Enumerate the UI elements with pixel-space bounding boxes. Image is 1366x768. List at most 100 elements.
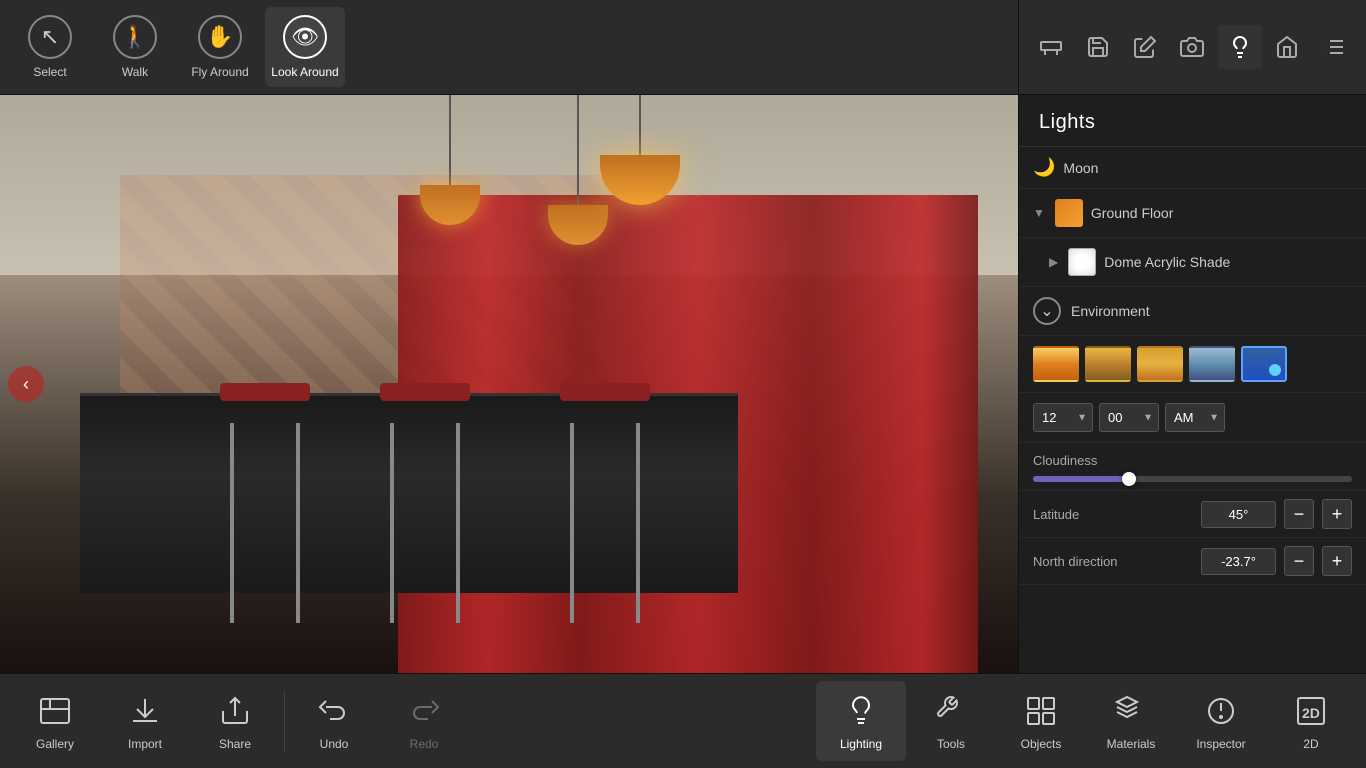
cloudiness-label: Cloudiness [1033,453,1352,468]
share-btn[interactable]: Share [190,681,280,761]
north-direction-plus-btn[interactable]: + [1322,546,1352,576]
panel-furniture-btn[interactable] [1029,25,1073,69]
materials-btn[interactable]: Materials [1086,681,1176,761]
select-tool[interactable]: ↖ Select [10,7,90,87]
environment-presets [1019,336,1366,393]
fly-around-tool[interactable]: ✋ Fly Around [180,7,260,87]
twod-label: 2D [1303,737,1318,751]
env-preset-1[interactable] [1033,346,1079,382]
pendant-light-2 [548,95,608,245]
gallery-btn[interactable]: Gallery [10,681,100,761]
walk-tool[interactable]: 🚶 Walk [95,7,175,87]
pendant-light-1 [420,95,480,225]
panel-paint-btn[interactable] [1123,25,1167,69]
moon-icon: 🌙 [1033,157,1055,178]
objects-icon [1021,691,1061,731]
dome-thumb [1068,248,1096,276]
time-controls: 12123 4567 891011 00153045 AMPM [1019,393,1366,443]
nav-left-arrow[interactable]: ‹ [8,366,44,402]
north-direction-input[interactable] [1201,548,1276,575]
curtain-right [698,195,978,673]
period-select-wrapper: AMPM [1165,403,1225,432]
hour-select[interactable]: 12123 4567 891011 [1033,403,1093,432]
look-around-label: Look Around [271,65,338,79]
latitude-minus-btn[interactable]: − [1284,499,1314,529]
redo-label: Redo [410,737,439,751]
latitude-input[interactable] [1201,501,1276,528]
latitude-plus-btn[interactable]: + [1322,499,1352,529]
environment-header[interactable]: ⌄ Environment [1019,287,1366,336]
lighting-label: Lighting [840,737,882,751]
panel-save-btn[interactable] [1076,25,1120,69]
undo-icon [314,691,354,731]
latitude-label: Latitude [1033,507,1193,522]
stool-1 [220,383,310,623]
panel-list-btn[interactable] [1312,25,1356,69]
cloudiness-fill [1033,476,1129,482]
walk-icon: 🚶 [113,15,157,59]
materials-icon [1111,691,1151,731]
look-around-icon: 👁 [283,15,327,59]
lighting-icon [841,691,881,731]
cloudiness-slider[interactable] [1033,476,1352,482]
ground-floor-thumb [1055,199,1083,227]
environment-chevron-icon: ⌄ [1033,297,1061,325]
ground-floor-label: Ground Floor [1091,205,1173,221]
north-direction-minus-btn[interactable]: − [1284,546,1314,576]
materials-label: Materials [1107,737,1156,751]
light-item-dome-acrylic[interactable]: ▶ Dome Acrylic Shade [1019,238,1366,287]
select-icon: ↖ [28,15,72,59]
env-preset-4[interactable] [1189,346,1235,382]
lights-panel: Lights 🌙 Moon ▼ Ground Floor ▶ Dome Acry… [1019,95,1366,673]
viewport: ‹ [0,95,1018,673]
inspector-icon [1201,691,1241,731]
panel-light-btn[interactable] [1218,25,1262,69]
light-item-moon[interactable]: 🌙 Moon [1019,147,1366,189]
objects-btn[interactable]: Objects [996,681,1086,761]
separator-1 [284,691,285,751]
share-icon [215,691,255,731]
top-toolbar: ↖ Select 🚶 Walk ✋ Fly Around 👁 Look Arou… [0,0,1018,95]
import-label: Import [128,737,162,751]
bottom-toolbar: Gallery Import Share Undo [0,673,1366,768]
lights-title: Lights [1019,95,1366,147]
panel-camera-btn[interactable] [1170,25,1214,69]
inspector-btn[interactable]: Inspector [1176,681,1266,761]
period-select[interactable]: AMPM [1165,403,1225,432]
tools-btn[interactable]: Tools [906,681,996,761]
env-preset-2[interactable] [1085,346,1131,382]
north-direction-label: North direction [1033,554,1193,569]
twod-btn[interactable]: 2D 2D [1266,681,1356,761]
select-label: Select [33,65,66,79]
panel-icons-bar [1019,0,1366,95]
dome-arrow: ▶ [1049,255,1058,269]
twod-icon: 2D [1291,691,1331,731]
moon-label: Moon [1063,160,1098,176]
gallery-icon [35,691,75,731]
hour-select-wrapper: 12123 4567 891011 [1033,403,1093,432]
redo-btn[interactable]: Redo [379,681,469,761]
pendant-light-3 [600,95,680,205]
import-btn[interactable]: Import [100,681,190,761]
import-icon [125,691,165,731]
panel-home-btn[interactable] [1265,25,1309,69]
environment-label: Environment [1071,303,1150,319]
right-panel: Lights 🌙 Moon ▼ Ground Floor ▶ Dome Acry… [1018,0,1366,673]
undo-btn[interactable]: Undo [289,681,379,761]
minute-select-wrapper: 00153045 [1099,403,1159,432]
look-around-tool[interactable]: 👁 Look Around [265,7,345,87]
dome-label: Dome Acrylic Shade [1104,254,1230,270]
lighting-btn[interactable]: Lighting [816,681,906,761]
latitude-row: Latitude − + [1019,491,1366,538]
light-item-ground-floor[interactable]: ▼ Ground Floor [1019,189,1366,238]
walk-label: Walk [122,65,148,79]
stool-2 [380,383,470,623]
share-label: Share [219,737,251,751]
env-preset-3[interactable] [1137,346,1183,382]
tools-icon [931,691,971,731]
cloudiness-thumb[interactable] [1122,472,1136,486]
fly-around-label: Fly Around [191,65,248,79]
minute-select[interactable]: 00153045 [1099,403,1159,432]
tools-label: Tools [937,737,965,751]
env-preset-5[interactable] [1241,346,1287,382]
